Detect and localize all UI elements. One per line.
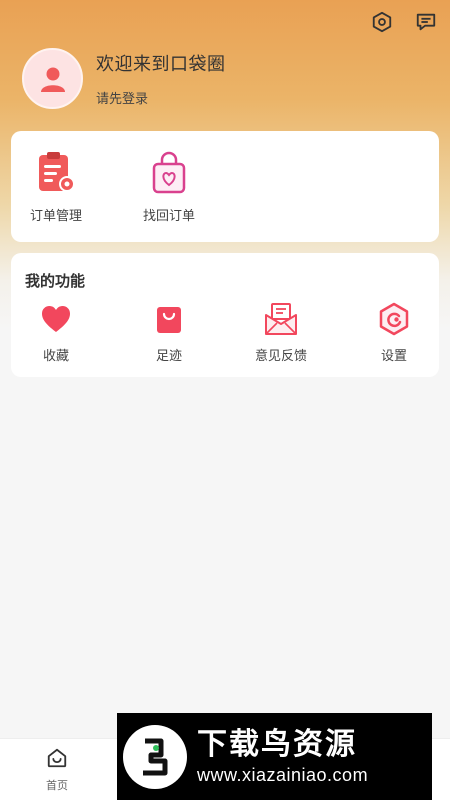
watermark-title: 下载鸟资源 — [197, 727, 357, 761]
tab-home[interactable]: 首页 — [27, 747, 87, 793]
settings-label: 设置 — [380, 348, 407, 363]
tab-home-label: 首页 — [46, 780, 68, 792]
settings-button[interactable]: 设置 — [349, 301, 439, 364]
message-icon[interactable] — [414, 10, 438, 34]
avatar[interactable] — [22, 48, 83, 109]
retrieve-order-label: 找回订单 — [142, 208, 195, 223]
feedback-button[interactable]: 意见反馈 — [236, 301, 326, 364]
functions-card: 我的功能 收藏 足迹 意见反馈 设置 — [11, 253, 439, 377]
footprint-button[interactable]: 足迹 — [124, 301, 214, 364]
favorites-button[interactable]: 收藏 — [11, 301, 101, 364]
watermark-banner: 下载鸟资源 www.xiazainiao.com — [117, 713, 432, 800]
heart-icon — [42, 306, 70, 332]
order-manage-button[interactable]: 订单管理 — [11, 151, 101, 224]
settings-hex-icon — [379, 302, 409, 336]
footprint-label: 足迹 — [155, 348, 182, 363]
user-icon — [40, 67, 65, 92]
feedback-envelope-icon — [265, 303, 297, 335]
orders-card: 订单管理 找回订单 — [11, 131, 439, 242]
welcome-title: 欢迎来到口袋圈 — [96, 54, 226, 74]
retrieve-order-button[interactable]: 找回订单 — [124, 151, 214, 224]
watermark-url: www.xiazainiao.com — [197, 764, 369, 785]
login-link[interactable]: 请先登录 — [96, 88, 226, 107]
feedback-label: 意见反馈 — [254, 348, 307, 363]
watermark-bird-logo-icon — [123, 724, 187, 789]
favorites-label: 收藏 — [42, 348, 69, 363]
retrieve-order-icon — [152, 151, 186, 194]
home-icon — [47, 748, 67, 768]
settings-icon[interactable] — [370, 10, 394, 34]
functions-title: 我的功能 — [25, 273, 86, 290]
top-action-bar — [370, 10, 438, 34]
order-manage-icon — [39, 152, 75, 192]
footprint-bag-icon — [157, 307, 181, 333]
profile-section[interactable]: 欢迎来到口袋圈 请先登录 — [22, 48, 226, 109]
order-manage-label: 订单管理 — [29, 208, 82, 223]
